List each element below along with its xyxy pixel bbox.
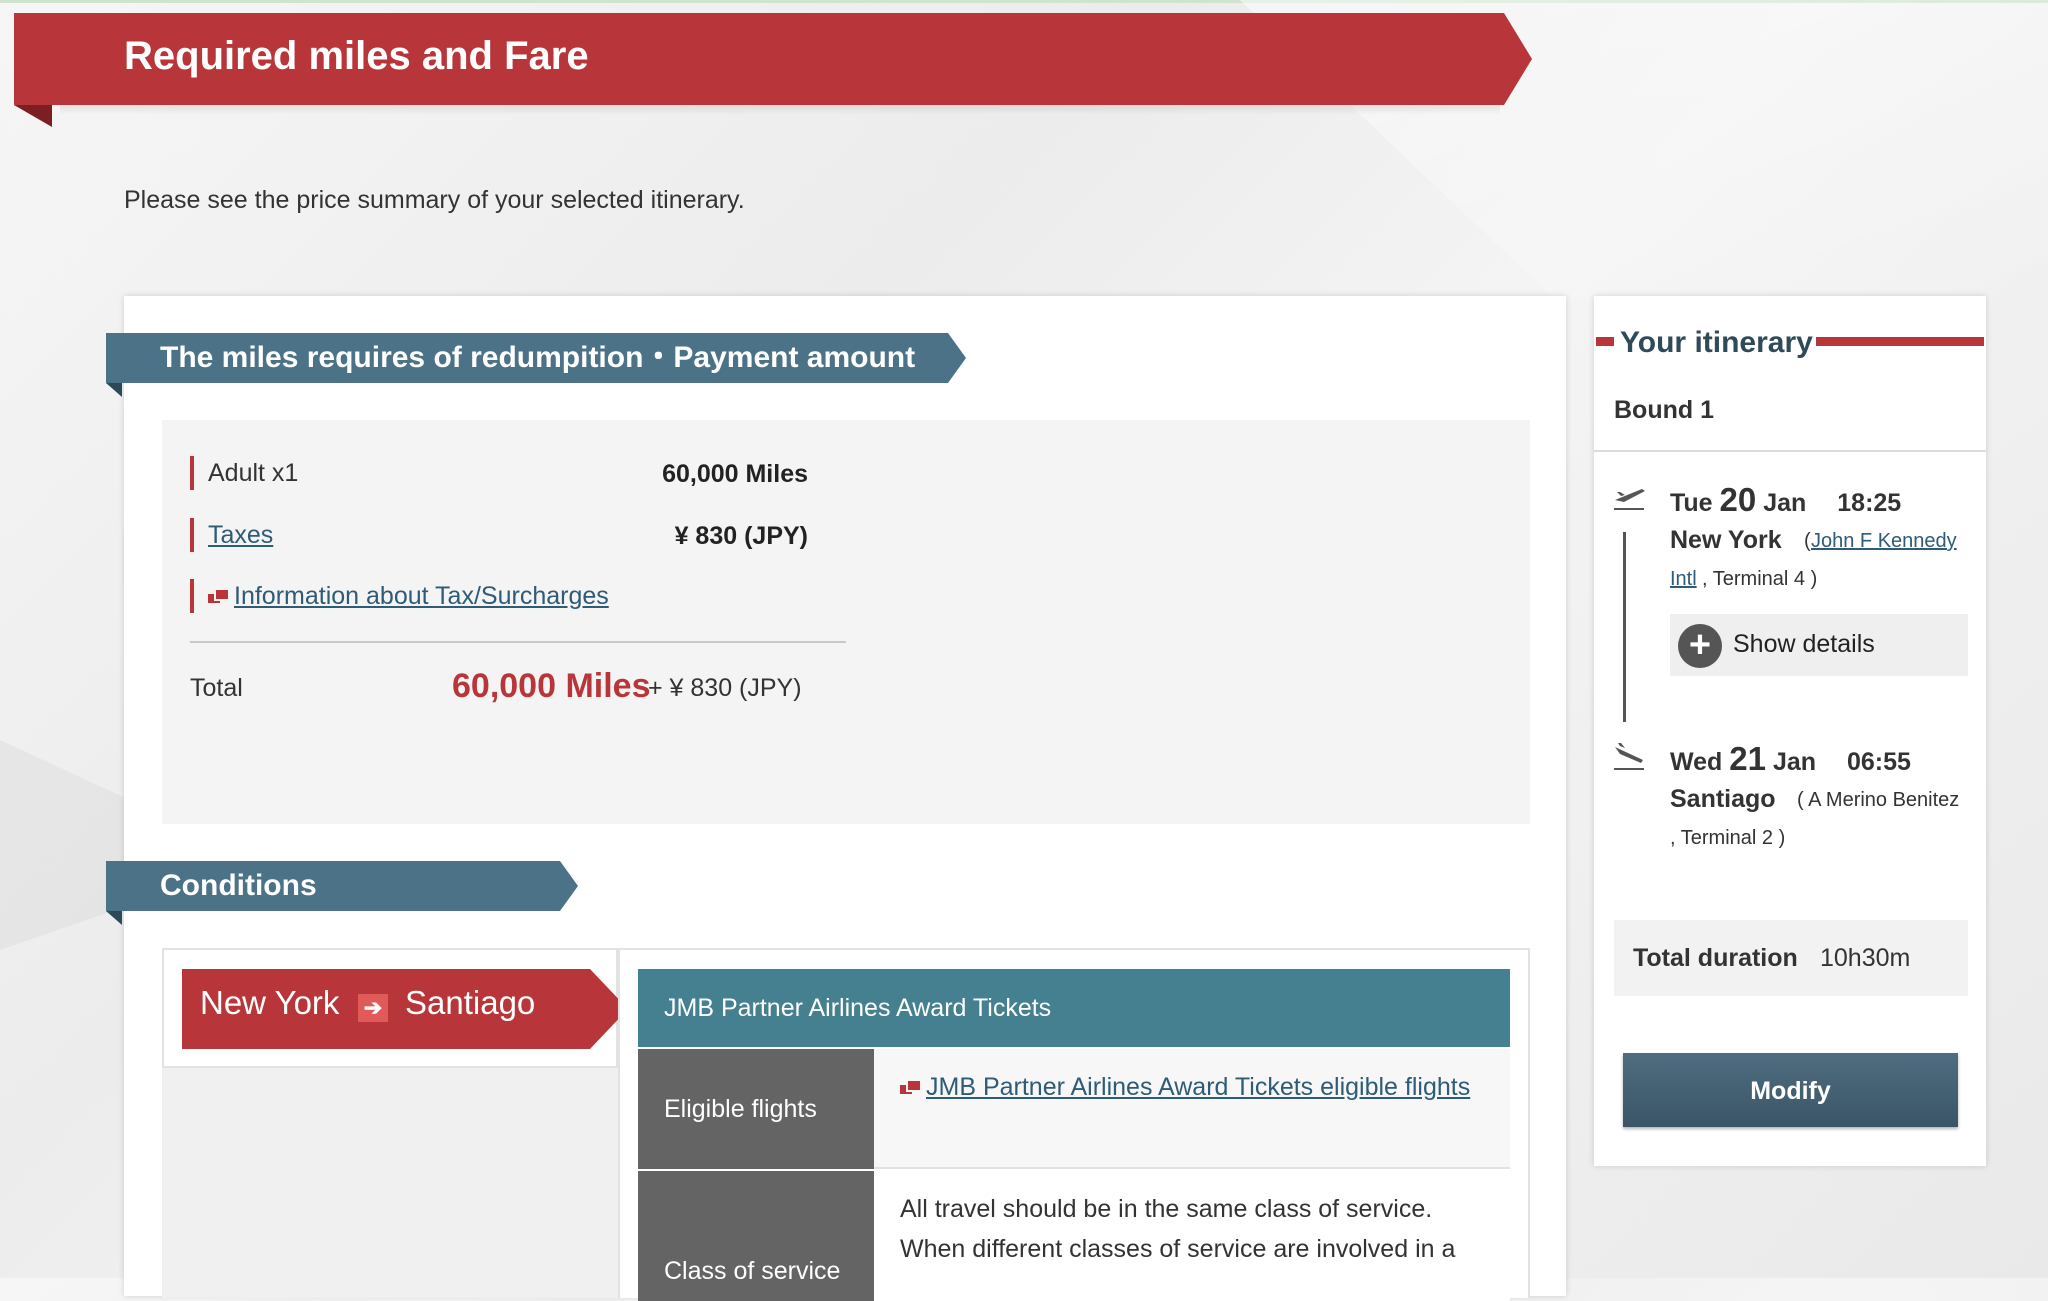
duration-value: 10h30m	[1820, 944, 1911, 972]
section-header-fold	[106, 383, 122, 397]
title-banner-shadow	[60, 105, 1500, 115]
tax-info-link[interactable]: Information about Tax/Surcharges	[234, 582, 609, 610]
itinerary-title-accent	[1596, 337, 1614, 346]
adult-fare-row: Adult x1	[190, 456, 298, 490]
departure-month: Jan	[1763, 489, 1807, 517]
arrow-right-icon: ➔	[358, 994, 388, 1022]
class-of-service-value: All travel should be in the same class o…	[874, 1171, 1510, 1301]
arrival-city: Santiago	[1670, 785, 1776, 813]
route-origin: New York	[200, 984, 340, 1021]
modify-button[interactable]: Modify	[1623, 1053, 1958, 1127]
arrival-weekday: Wed	[1670, 748, 1723, 776]
page-title: Required miles and Fare	[124, 34, 589, 78]
itinerary-title-accent	[1816, 337, 1984, 346]
arrival-day: 21	[1729, 740, 1766, 777]
departure-time: 18:25	[1837, 489, 1902, 517]
departure-day: 20	[1719, 481, 1757, 518]
itinerary-divider	[1594, 450, 1986, 452]
arrival-plane-icon	[1614, 743, 1644, 770]
miles-summary-box	[162, 420, 1530, 824]
departure-airport-link-cont[interactable]: Intl	[1670, 568, 1697, 591]
class-of-service-text: All travel should be in the same class o…	[900, 1195, 1433, 1223]
eligible-flights-value: JMB Partner Airlines Award Tickets eligi…	[874, 1049, 1510, 1169]
conditions-section-header: Conditions	[106, 861, 578, 911]
show-details-label[interactable]: Show details	[1733, 630, 1875, 659]
arrival-datetime: Wed 21 Jan 06:55	[1670, 740, 1911, 778]
taxes-row: Taxes	[190, 518, 273, 552]
route-cell-filler	[162, 1068, 618, 1298]
tax-info-row: Information about Tax/Surcharges	[190, 579, 609, 613]
class-of-service-label: Class of service	[638, 1171, 874, 1301]
departure-plane-icon	[1614, 489, 1645, 510]
adult-fare-value: 60,000 Miles	[662, 460, 808, 488]
section-header-fold	[106, 911, 122, 925]
taxes-value: ¥ 830 (JPY)	[674, 522, 808, 550]
itinerary-title: Your itinerary	[1620, 326, 1813, 359]
route-destination: Santiago	[405, 984, 536, 1021]
total-tax: + ¥ 830 (JPY)	[648, 674, 802, 702]
title-banner-fold	[14, 105, 52, 127]
arrival-terminal: , Terminal 2 )	[1670, 827, 1786, 849]
departure-datetime: Tue 20 Jan 18:25	[1670, 481, 1901, 519]
itinerary-panel	[1594, 296, 1986, 1166]
external-window-icon	[208, 590, 228, 604]
departure-airport-paren: (	[1804, 530, 1811, 552]
bound-label: Bound 1	[1614, 396, 1714, 424]
total-divider	[190, 641, 846, 643]
total-label: Total	[190, 674, 243, 702]
departure-city: New York	[1670, 526, 1782, 554]
total-miles: 60,000 Miles	[452, 667, 651, 705]
plus-circle-icon[interactable]: +	[1678, 624, 1722, 668]
eligible-flights-label: Eligible flights	[638, 1049, 874, 1169]
taxes-link[interactable]: Taxes	[208, 521, 273, 549]
intro-text: Please see the price summary of your sel…	[124, 186, 745, 214]
ticket-type-header: JMB Partner Airlines Award Tickets	[638, 969, 1510, 1047]
eligible-flights-link[interactable]: JMB Partner Airlines Award Tickets eligi…	[926, 1073, 1470, 1101]
class-of-service-text: When different classes of service are in…	[900, 1235, 1456, 1263]
payment-section-header: The miles requires of redumpition・Paymen…	[106, 333, 966, 383]
departure-weekday: Tue	[1670, 489, 1713, 517]
arrival-time: 06:55	[1847, 748, 1911, 776]
duration-label: Total duration	[1633, 944, 1798, 972]
external-window-icon	[900, 1081, 920, 1095]
departure-terminal: , Terminal 4 )	[1702, 568, 1818, 590]
departure-airport-link[interactable]: John F Kennedy	[1811, 530, 1957, 553]
adult-fare-label: Adult x1	[208, 459, 299, 487]
arrival-airport: ( A Merino Benitez	[1797, 789, 1960, 811]
arrival-month: Jan	[1772, 748, 1817, 776]
flight-timeline	[1623, 532, 1626, 722]
